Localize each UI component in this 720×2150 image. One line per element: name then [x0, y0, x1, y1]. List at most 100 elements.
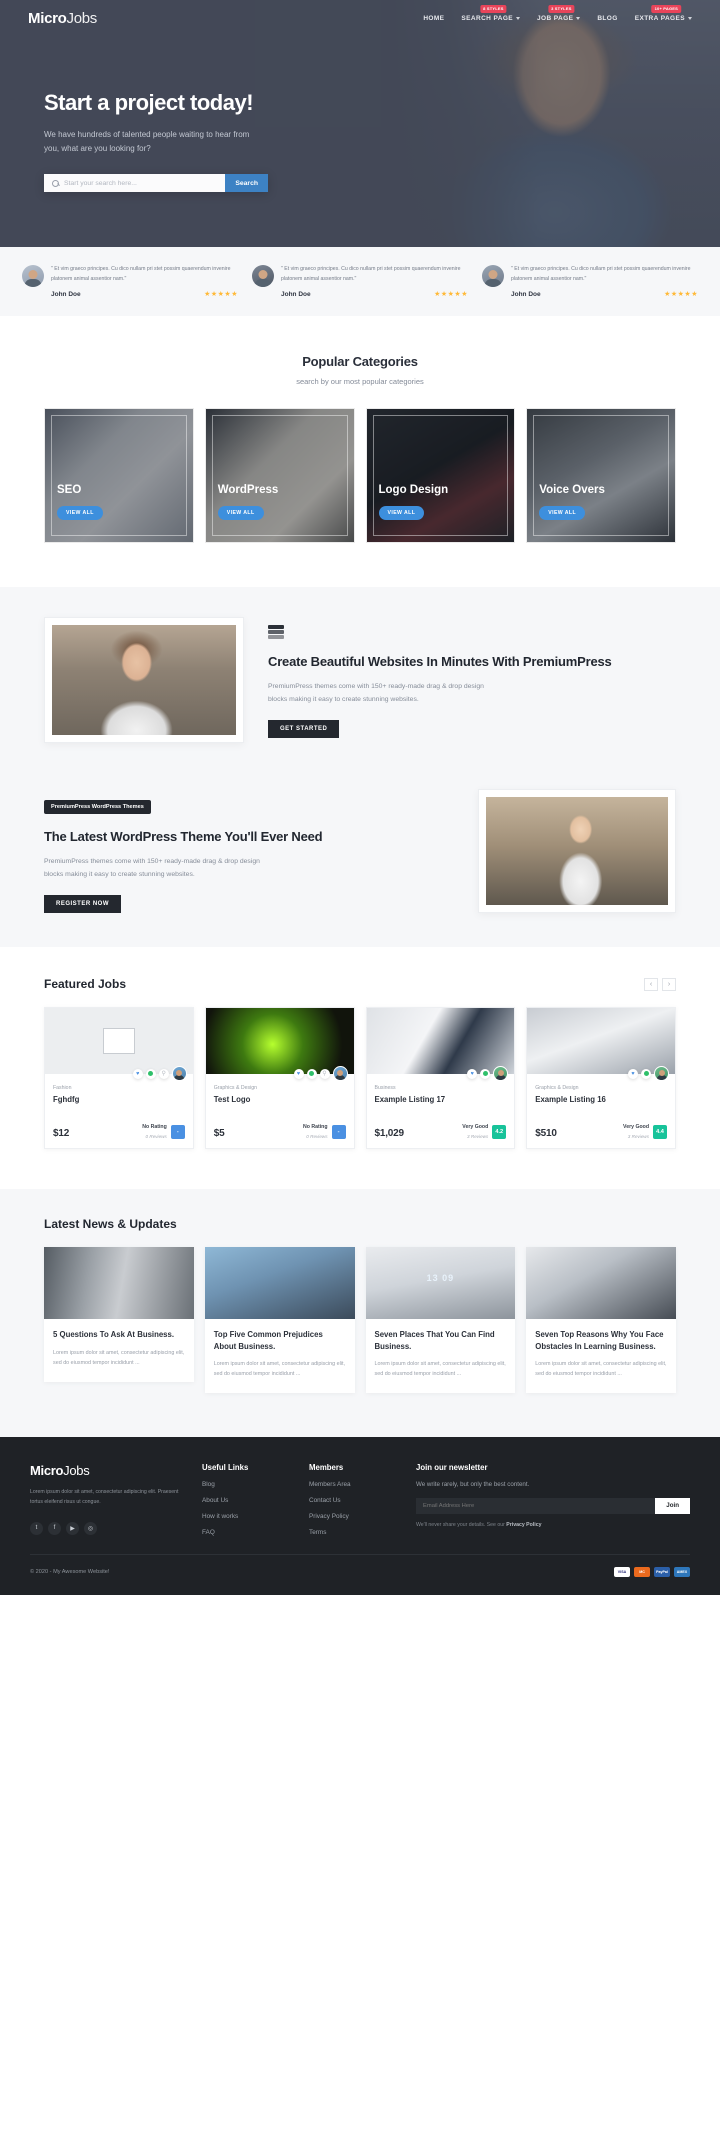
footer-link-faq[interactable]: FAQ [202, 1529, 287, 1536]
footer-link-terms[interactable]: Terms [309, 1529, 394, 1536]
get-started-button[interactable]: GET STARTED [268, 720, 340, 739]
category-card-seo[interactable]: SEO VIEW ALL [44, 408, 194, 544]
category-grid: SEO VIEW ALL WordPress VIEW ALL Logo Des… [0, 408, 720, 544]
news-card[interactable]: Seven Top Reasons Why You Face Obstacles… [526, 1247, 676, 1393]
nav-item-blog[interactable]: BLOG [597, 15, 617, 22]
promo-image [52, 625, 236, 736]
footer-link-privacy-policy[interactable]: Privacy Policy [309, 1513, 394, 1520]
footer-link-about-us[interactable]: About Us [202, 1497, 287, 1504]
nav-item-extra-pages[interactable]: 10+ PAGES EXTRA PAGES [634, 4, 692, 22]
chevron-down-icon [688, 16, 692, 20]
testimonial-item: " Et vim graeco principes. Cu dico nulla… [482, 265, 698, 298]
newsletter-subtitle: We write rarely, but only the best conte… [416, 1480, 530, 1488]
footer-social-links: t f ▶ ◎ [30, 1521, 180, 1535]
footer-column-title: Useful Links [202, 1462, 249, 1472]
news-card[interactable]: Top Five Common Prejudices About Busines… [204, 1247, 355, 1393]
footer-logo[interactable]: MicroJobs [30, 1463, 180, 1478]
footer-link-contact-us[interactable]: Contact Us [309, 1497, 394, 1504]
news-title: Seven Top Reasons Why You Face Obstacles… [535, 1330, 664, 1351]
job-card[interactable]: Graphics & Design Example Listing 16 $51… [526, 1007, 676, 1150]
youtube-icon[interactable]: ▶ [66, 1521, 79, 1535]
promo-image [486, 797, 668, 906]
heart-icon[interactable] [132, 1068, 143, 1079]
category-view-all-button[interactable]: VIEW ALL [378, 506, 425, 521]
category-card-wordpress[interactable]: WordPress VIEW ALL [204, 408, 355, 544]
privacy-policy-link[interactable]: Privacy Policy [506, 1522, 541, 1528]
newsletter-title: Join our newsletter [416, 1462, 488, 1472]
pin-icon[interactable] [319, 1068, 330, 1079]
news-thumbnail [44, 1247, 194, 1320]
heart-icon[interactable] [628, 1068, 638, 1079]
logo-light: Jobs [66, 9, 98, 27]
search-button[interactable]: Search [225, 174, 268, 192]
job-score-badge: 4.4 [653, 1125, 667, 1140]
category-label: WordPress [217, 484, 279, 497]
avatar [22, 265, 44, 287]
news-card[interactable]: 5 Questions To Ask At Business. Lorem ip… [44, 1247, 194, 1382]
nav-item-job-page[interactable]: 3 STYLES JOB PAGE [537, 4, 581, 22]
promo-title: The Latest WordPress Theme You'll Ever N… [44, 829, 323, 845]
job-score-badge: 4.2 [492, 1125, 507, 1140]
nav-badge: 10+ PAGES [651, 4, 682, 13]
nav-item-home[interactable]: HOME [423, 15, 444, 22]
carousel-controls: ‹ › [644, 977, 676, 991]
facebook-icon[interactable]: f [48, 1521, 61, 1535]
category-label: Voice Overs [539, 484, 605, 497]
nav-badge: 3 STYLES [548, 4, 575, 13]
carousel-prev-icon[interactable]: ‹ [644, 977, 658, 991]
promo-body: PremiumPress themes come with 150+ ready… [268, 683, 484, 703]
job-grid: Fashion Fghdfg $12 No Rating 0 Reviews - [44, 1007, 676, 1150]
job-price: $1,029 [374, 1128, 405, 1140]
job-price: $510 [535, 1128, 557, 1140]
footer-link-how-it-works[interactable]: How it works [202, 1513, 287, 1520]
pin-icon[interactable] [158, 1068, 169, 1079]
heart-icon[interactable] [293, 1068, 304, 1079]
avatar [252, 265, 274, 287]
amex-icon: AMEX [674, 1566, 690, 1577]
footer-link-members-area[interactable]: Members Area [309, 1481, 394, 1488]
rating-stars: ★★★★★ [204, 291, 238, 299]
category-view-all-button[interactable]: VIEW ALL [217, 506, 264, 521]
rating-stars: ★★★★★ [664, 291, 698, 299]
register-now-button[interactable]: REGISTER NOW [44, 895, 122, 914]
nav-label: EXTRA PAGES [634, 14, 685, 22]
job-score-badge: - [170, 1125, 185, 1140]
avatar [332, 1066, 348, 1082]
search-input-wrapper[interactable]: Start your search here... [44, 174, 226, 192]
site-footer: MicroJobs Lorem ipsum dolor sit amet, co… [0, 1436, 720, 1595]
search-input[interactable]: Start your search here... [64, 180, 137, 187]
visa-icon: VISA [614, 1566, 630, 1577]
search-icon [52, 179, 59, 187]
category-view-all-button[interactable]: VIEW ALL [539, 506, 586, 521]
footer-useful-links: Useful Links Blog About Us How it works … [202, 1463, 287, 1536]
category-card-voice-overs[interactable]: Voice Overs VIEW ALL [526, 408, 676, 544]
nav-label: BLOG [597, 14, 618, 22]
job-card[interactable]: Fashion Fghdfg $12 No Rating 0 Reviews - [44, 1007, 194, 1150]
site-logo[interactable]: MicroJobs [28, 10, 97, 27]
instagram-icon[interactable]: ◎ [84, 1521, 97, 1535]
job-review-count: 3 Reviews [627, 1134, 649, 1140]
testimonial-author: John Doe [51, 290, 81, 298]
heart-icon[interactable] [467, 1068, 478, 1079]
news-card[interactable]: Seven Places That You Can Find Business.… [365, 1247, 516, 1393]
testimonial-text: " Et vim graeco principes. Cu dico nulla… [511, 266, 691, 282]
newsletter-join-button[interactable]: Join [655, 1497, 690, 1514]
section-title: Latest News & Updates [44, 1217, 177, 1232]
footer-about-text: Lorem ipsum dolor sit amet, consectetur … [30, 1488, 179, 1505]
job-card[interactable]: Business Example Listing 17 $1,029 Very … [365, 1007, 516, 1150]
footer-newsletter: Join our newsletter We write rarely, but… [416, 1463, 690, 1536]
twitter-icon[interactable]: t [30, 1521, 43, 1535]
category-view-all-button[interactable]: VIEW ALL [57, 506, 103, 521]
newsletter-email-input[interactable] [416, 1497, 656, 1514]
nav-item-search-page[interactable]: 8 STYLES SEARCH PAGE [461, 4, 521, 22]
category-card-logo-design[interactable]: Logo Design VIEW ALL [365, 408, 516, 544]
job-card[interactable]: Graphics & Design Test Logo $5 No Rating… [204, 1007, 355, 1150]
testimonial-author: John Doe [281, 290, 311, 298]
news-title: Seven Places That You Can Find Business. [374, 1330, 495, 1351]
footer-link-blog[interactable]: Blog [202, 1481, 287, 1488]
page-root: MicroJobs HOME 8 STYLES SEARCH PAGE 3 ST… [0, 0, 720, 1595]
testimonial-item: " Et vim graeco principes. Cu dico nulla… [22, 265, 238, 298]
nav-label: HOME [423, 14, 445, 22]
carousel-next-icon[interactable]: › [662, 977, 676, 991]
newsletter-note: We'll never share your details. See our … [416, 1522, 690, 1528]
